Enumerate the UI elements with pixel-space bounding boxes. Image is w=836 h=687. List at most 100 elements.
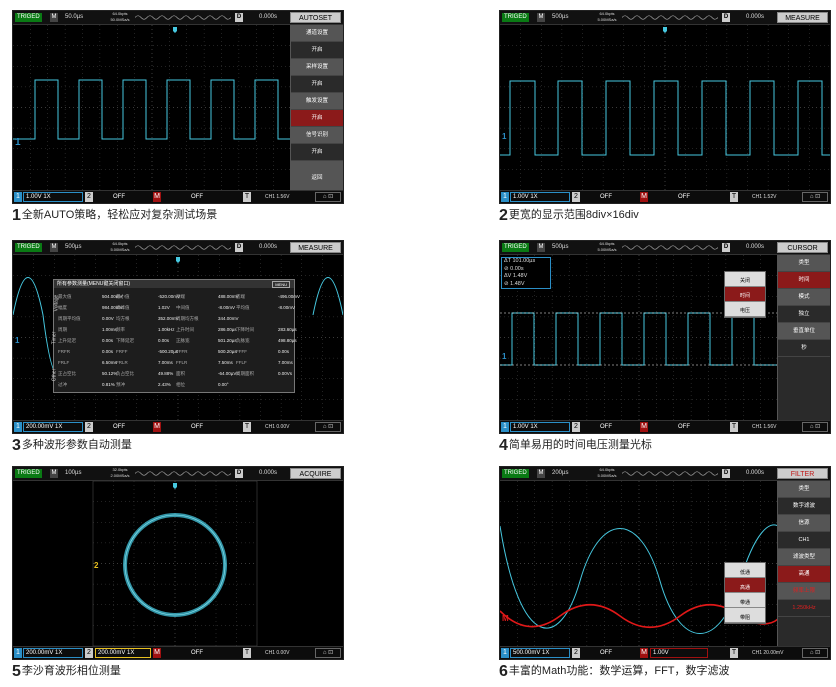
ch1-button[interactable]: 1 [501, 648, 509, 658]
ch2-button[interactable]: 2 [85, 422, 93, 432]
math-button[interactable]: M [640, 648, 648, 658]
delay-label: D [235, 13, 243, 22]
delay-value: 0.000s [259, 14, 278, 20]
caption: 4简单易用的时间电压测量光标 [499, 436, 652, 455]
table-cell: 7.00ms [158, 360, 173, 365]
ch1-marker: 1 [502, 132, 507, 141]
menu-item[interactable]: 开启 [291, 110, 343, 127]
menu-item[interactable]: 类型 [778, 255, 830, 272]
table-cell: -496.00mV [278, 294, 301, 299]
menu-title[interactable]: CURSOR [777, 242, 828, 253]
ch1-value: 200.00mV 1X [23, 422, 83, 432]
ch2-button[interactable]: 2 [572, 422, 580, 432]
trigger-value: CH1 0.00V [265, 424, 290, 430]
menu-item[interactable]: 数字滤波 [778, 498, 830, 515]
menu-item[interactable]: 开启 [291, 76, 343, 93]
ch2-value: OFF [113, 194, 125, 200]
ch2-button[interactable]: 2 [85, 192, 93, 202]
submenu-item[interactable]: 高通 [725, 578, 765, 593]
delay-value: 0.000s [259, 244, 278, 250]
submenu-item[interactable]: 带阻 [725, 608, 765, 623]
math-button[interactable]: M [640, 192, 648, 202]
ch2-button[interactable]: 2 [85, 648, 93, 658]
ch1-button[interactable]: 1 [14, 648, 22, 658]
math-button[interactable]: M [153, 422, 161, 432]
menu-title[interactable]: FILTER [777, 468, 828, 479]
table-cell: 500.20µs [218, 349, 237, 354]
submenu-item[interactable]: 低通 [725, 563, 765, 578]
trigger-button[interactable]: T [243, 422, 251, 432]
top-bar: TRIGED M 100µs 32.0kpts 2.00MSa/s D 0.00… [13, 467, 343, 481]
table-cell: 正脉宽 [176, 338, 190, 343]
cursor-readout: ΔT 101.00µs ⊘ 0.00s ΔV 1.48V ⊘ 1.48V [501, 257, 551, 289]
submenu-item[interactable]: 关闭 [725, 272, 765, 287]
bottom-bar: 1 200.00mV 1X 2 200.00mV 1X M OFF T CH1 … [13, 646, 343, 659]
trigger-button[interactable]: T [243, 648, 251, 658]
menu-item[interactable]: 时间 [778, 272, 830, 289]
trigger-value: CH1 20.00mV [752, 650, 784, 656]
ch1-button[interactable]: 1 [14, 192, 22, 202]
trigger-button[interactable]: T [730, 192, 738, 202]
ch1-button[interactable]: 1 [501, 422, 509, 432]
menu-title[interactable]: MEASURE [777, 12, 828, 23]
caption-text: 丰富的Math功能：数学运算，FFT，数字滤波 [508, 665, 730, 677]
cursor-v-value: ⊘ 1.48V [504, 280, 525, 287]
cursor-type-submenu: 关闭 时间 电压 [724, 271, 766, 318]
ch1-value: 1.00V 1X [23, 192, 83, 202]
menu-item[interactable]: 滤波类型 [778, 549, 830, 566]
ch1-button[interactable]: 1 [14, 422, 22, 432]
menu-close-button[interactable]: MENU [272, 281, 290, 288]
trigger-marker-icon [173, 483, 177, 489]
table-cell: -8.00mV [218, 305, 236, 310]
menu-item[interactable]: 采样设置 [291, 59, 343, 76]
math-button[interactable]: M [153, 192, 161, 202]
menu-item[interactable]: 类型 [778, 481, 830, 498]
ch1-button[interactable]: 1 [501, 192, 509, 202]
table-cell: 最大值 [58, 294, 72, 299]
scope-screen: TRIGED M 500µs 64.0kpts 5.00MSa/s D 0.00… [499, 240, 831, 434]
menu-item[interactable]: 1.250kHz [778, 600, 830, 617]
menu-item[interactable]: 开启 [291, 42, 343, 59]
submenu-item[interactable]: 带通 [725, 593, 765, 608]
menu-item[interactable]: 触发设置 [291, 93, 343, 110]
ch2-button[interactable]: 2 [572, 648, 580, 658]
ch2-value: OFF [600, 650, 612, 656]
math-button[interactable]: M [640, 422, 648, 432]
math-button[interactable]: M [153, 648, 161, 658]
menu-item[interactable]: 独立 [778, 306, 830, 323]
menu-item[interactable]: 开启 [291, 144, 343, 161]
submenu-item[interactable]: 时间 [725, 287, 765, 302]
menu-item[interactable]: 模式 [778, 289, 830, 306]
menu-item[interactable]: 频率上限 [778, 583, 830, 600]
trigger-button[interactable]: T [730, 422, 738, 432]
menu-title[interactable]: ACQUIRE [290, 468, 341, 479]
caption: 1全新AUTO策略，轻松应对复杂测试场景 [12, 206, 217, 225]
menu-item[interactable]: 高通 [778, 566, 830, 583]
table-cell: 最小值 [116, 294, 130, 299]
menu-item[interactable]: 垂直单位 [778, 323, 830, 340]
menu-item[interactable]: 秒 [778, 340, 830, 357]
menu-item[interactable]: 信号识别 [291, 127, 343, 144]
menu-item[interactable]: 信源 [778, 515, 830, 532]
math-value: OFF [191, 424, 203, 430]
table-side-label: Other [51, 368, 58, 382]
top-bar: TRIGED M 50.0µs 64.0kpts 50.0MSa/s D 0.0… [13, 11, 343, 25]
menu-title[interactable]: AUTOSET [290, 12, 341, 23]
table-cell: 过冲 [58, 382, 67, 387]
ch1-value: 1.00V 1X [510, 192, 570, 202]
side-menu: 类型 时间 模式 独立 垂直单位 秒 [777, 255, 830, 420]
table-cell: 501.20µs [218, 338, 237, 343]
caption-number: 1 [12, 207, 21, 224]
trigger-button[interactable]: T [243, 192, 251, 202]
trigger-button[interactable]: T [730, 648, 738, 658]
menu-title[interactable]: MEASURE [290, 242, 341, 253]
menu-item[interactable]: 通道设置 [291, 25, 343, 42]
ch2-button[interactable]: 2 [572, 192, 580, 202]
table-cell: 0.00° [218, 382, 229, 387]
menu-item[interactable]: CH1 [778, 532, 830, 549]
submenu-item[interactable]: 电压 [725, 302, 765, 317]
table-cell: 周期面积 [236, 371, 254, 376]
ch1-value: 200.00mV 1X [23, 648, 83, 658]
trigger-marker-icon [663, 27, 667, 33]
timebase: 500µs [65, 244, 82, 250]
